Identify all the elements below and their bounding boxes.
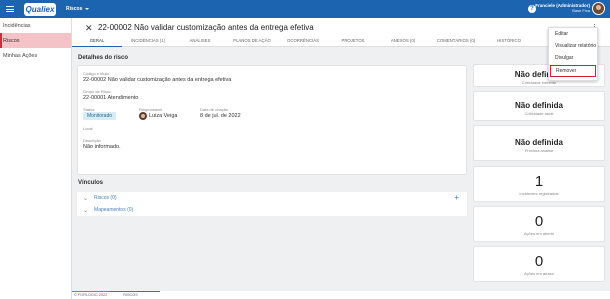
stat-label: Ações em atraso bbox=[523, 271, 554, 276]
tab-planos-de-acao[interactable]: Planos de ação bbox=[226, 37, 278, 47]
stat-value: Não definida bbox=[514, 101, 563, 110]
code-value: 22-00002 Não validar customização antes … bbox=[83, 77, 232, 83]
stat-value: 0 bbox=[534, 213, 544, 230]
tab-incidencias[interactable]: Incidências (1) bbox=[122, 37, 174, 47]
title-bar: ✕ 22-00002 Não validar customização ante… bbox=[72, 18, 610, 47]
sidebar-item-minhas-acoes[interactable]: Minhas Ações bbox=[0, 48, 71, 63]
user-base: Base Fixa bbox=[572, 8, 590, 13]
tab-analises[interactable]: Análises bbox=[174, 37, 226, 47]
stat-value: Não definida bbox=[514, 138, 563, 147]
status-badge: Monitorado bbox=[83, 112, 117, 120]
tab-bar: Geral Incidências (1) Análises Planos de… bbox=[72, 37, 534, 47]
hamburger-menu-icon[interactable] bbox=[6, 0, 18, 18]
sidebar-item-riscos[interactable]: Riscos bbox=[0, 33, 71, 48]
footer-copyright: © FORLOGIC 2022 bbox=[74, 293, 108, 297]
description-label: Descrição bbox=[83, 138, 101, 143]
chevron-down-icon: ⌄ bbox=[83, 195, 89, 202]
menu-item-view-report[interactable]: Visualizar relatório bbox=[549, 40, 597, 52]
stat-open-actions: 0 Ações em aberto bbox=[473, 206, 605, 242]
tab-historico[interactable]: Histórico bbox=[484, 37, 534, 47]
stat-label: Incidentes registrados bbox=[519, 191, 559, 196]
footer-accent-bar bbox=[72, 291, 110, 292]
creation-date-label: Data de criação bbox=[200, 107, 229, 112]
stat-value: 1 bbox=[534, 173, 544, 190]
menu-item-remove[interactable]: Remover bbox=[550, 65, 596, 77]
footer: © FORLOGIC 2022 RISCOS bbox=[72, 291, 610, 299]
user-info[interactable]: Franciele (Administrador) Base Fixa bbox=[535, 3, 590, 13]
tab-projetos[interactable]: Projetos bbox=[328, 37, 378, 47]
page-title: 22-00002 Não validar customização antes … bbox=[98, 23, 314, 32]
accordion-riscos[interactable]: ⌄ Riscos (0) + bbox=[77, 192, 467, 204]
links-section-title: Vínculos bbox=[78, 180, 104, 186]
content-area: Detalhes do risco Código e título 22-000… bbox=[72, 47, 610, 299]
main-area: ✕ 22-00002 Não validar customização ante… bbox=[72, 18, 610, 299]
user-avatar[interactable] bbox=[592, 2, 605, 15]
responsible-avatar bbox=[139, 112, 147, 120]
details-section-title: Detalhes do risco bbox=[78, 55, 129, 61]
risk-details-card: Código e título 22-00002 Não validar cus… bbox=[77, 65, 467, 175]
close-icon[interactable]: ✕ bbox=[85, 23, 93, 34]
tab-comentarios[interactable]: Comentários (0) bbox=[428, 37, 484, 47]
accordion-mapeamentos[interactable]: ⌄ Mapeamentos (0) bbox=[77, 204, 467, 216]
tab-anexos[interactable]: Anexos (0) bbox=[378, 37, 428, 47]
stat-current-criticality: Não definida Criticidade atual bbox=[473, 91, 605, 121]
stat-label: Criticidade atual bbox=[524, 111, 554, 116]
stat-next-analysis: Não definida Próxima análise bbox=[473, 125, 605, 161]
stat-label: Ações em aberto bbox=[523, 231, 555, 236]
chevron-down-icon: ⌄ bbox=[83, 207, 89, 214]
menu-item-edit[interactable]: Editar bbox=[549, 28, 597, 40]
qualiex-logo[interactable]: Qualiex bbox=[24, 2, 56, 16]
sidebar: Incidências Riscos Minhas Ações bbox=[0, 18, 72, 299]
stat-label: Próxima análise bbox=[524, 148, 554, 153]
responsible-value: Luiza Veiga bbox=[149, 113, 178, 119]
stat-value: 0 bbox=[534, 253, 544, 270]
menu-item-share[interactable]: Divulgar bbox=[549, 52, 597, 64]
module-selector[interactable]: Riscos bbox=[66, 6, 90, 12]
accordion-mapeamentos-label: Mapeamentos (0) bbox=[94, 207, 134, 213]
description-value: Não informado. bbox=[83, 144, 121, 150]
footer-accent-bar bbox=[110, 291, 160, 292]
add-icon[interactable]: + bbox=[454, 193, 459, 202]
accordion-riscos-label: Riscos (0) bbox=[94, 195, 117, 201]
local-label: Local bbox=[83, 126, 93, 131]
stat-incidents: 1 Incidentes registrados bbox=[473, 166, 605, 202]
creation-date-value: 8 de jul. de 2022 bbox=[200, 113, 241, 119]
top-bar: Qualiex Riscos ? Franciele (Administrado… bbox=[0, 0, 610, 18]
footer-module: RISCOS bbox=[123, 293, 138, 297]
tab-geral[interactable]: Geral bbox=[72, 37, 122, 47]
chevron-down-icon bbox=[85, 8, 90, 10]
options-menu: Editar Visualizar relatório Divulgar Rem… bbox=[548, 27, 598, 81]
group-value: 22-00001 Atendimento bbox=[83, 95, 139, 101]
code-label: Código e título bbox=[83, 71, 109, 76]
stat-late-actions: 0 Ações em atraso bbox=[473, 246, 605, 282]
group-label: Grupo de Risco bbox=[83, 89, 111, 94]
module-selector-label: Riscos bbox=[66, 6, 83, 12]
sidebar-item-incidencias[interactable]: Incidências bbox=[0, 18, 71, 33]
tab-ocorrencias[interactable]: Ocorrências bbox=[278, 37, 328, 47]
